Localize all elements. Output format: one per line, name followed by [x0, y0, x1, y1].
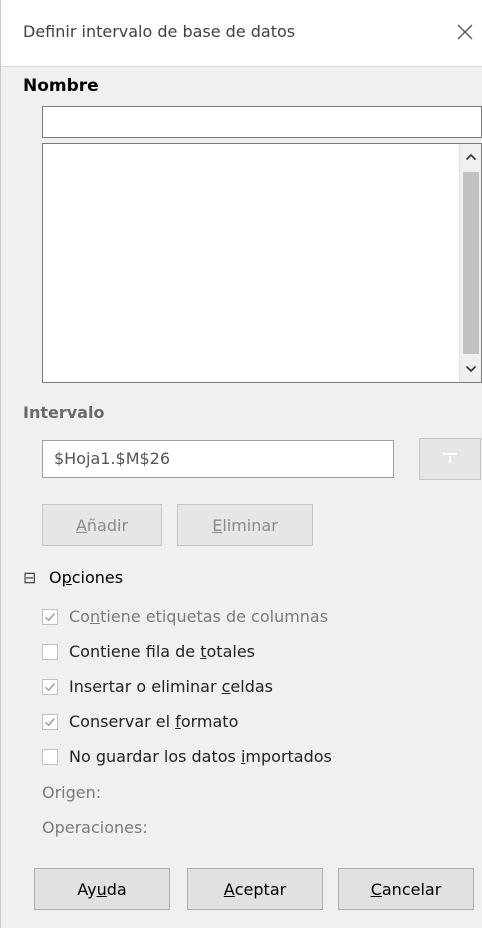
- shrink-button[interactable]: [419, 438, 481, 480]
- checkbox[interactable]: [42, 643, 58, 660]
- add-button[interactable]: Añadir: [42, 504, 162, 546]
- name-label: Nombre: [23, 76, 99, 96]
- option-keep-formatting[interactable]: Conservar el formato: [42, 712, 238, 731]
- shrink-icon: [441, 450, 459, 469]
- list-scrollbar[interactable]: [459, 144, 481, 382]
- checkmark-icon: [45, 717, 56, 726]
- window-title: Definir intervalo de base de datos: [23, 22, 296, 41]
- operations-label: Operaciones:: [42, 818, 148, 837]
- chevron-up-icon[interactable]: [460, 146, 481, 168]
- scrollbar-thumb[interactable]: [463, 172, 479, 354]
- option-dont-save-imported-data[interactable]: No guardar los datos importados: [42, 747, 332, 766]
- checkbox[interactable]: [42, 713, 58, 730]
- checkbox[interactable]: [42, 608, 58, 625]
- define-database-range-dialog: Definir intervalo de base de datos Nombr…: [0, 0, 482, 928]
- options-expander[interactable]: ⊟ Opciones: [23, 568, 123, 587]
- checkmark-icon: [45, 612, 56, 621]
- option-contains-column-labels[interactable]: Contiene etiquetas de columnas: [42, 607, 328, 626]
- cancel-button[interactable]: Cancelar: [338, 868, 474, 910]
- name-input[interactable]: [42, 106, 482, 138]
- options-header: Opciones: [49, 568, 124, 587]
- chevron-down-icon[interactable]: [460, 358, 481, 380]
- checkmark-icon: [45, 682, 56, 691]
- ok-button[interactable]: Aceptar: [187, 868, 323, 910]
- title-bar: Definir intervalo de base de datos: [1, 0, 482, 67]
- checkbox-label: Insertar o eliminar celdas: [69, 677, 273, 696]
- database-range-list[interactable]: [42, 143, 482, 383]
- checkbox-label: Conservar el formato: [69, 712, 239, 731]
- remove-button[interactable]: Eliminar: [177, 504, 313, 546]
- option-insert-delete-cells[interactable]: Insertar o eliminar celdas: [42, 677, 273, 696]
- collapse-icon: ⊟: [23, 568, 37, 587]
- range-input-value: $Hoja1.$M$26: [54, 449, 171, 468]
- source-label: Origen:: [42, 783, 102, 802]
- checkbox[interactable]: [42, 678, 58, 695]
- close-icon[interactable]: [453, 20, 477, 44]
- option-contains-totals-row[interactable]: Contiene fila de totales: [42, 642, 255, 661]
- checkbox[interactable]: [42, 748, 58, 765]
- range-input[interactable]: $Hoja1.$M$26: [42, 440, 394, 478]
- checkbox-label: Contiene etiquetas de columnas: [69, 607, 329, 626]
- checkbox-label: Contiene fila de totales: [69, 642, 256, 661]
- checkbox-label: No guardar los datos importados: [69, 747, 332, 766]
- range-label: Intervalo: [23, 403, 105, 422]
- help-button[interactable]: Ay u da: [34, 868, 170, 910]
